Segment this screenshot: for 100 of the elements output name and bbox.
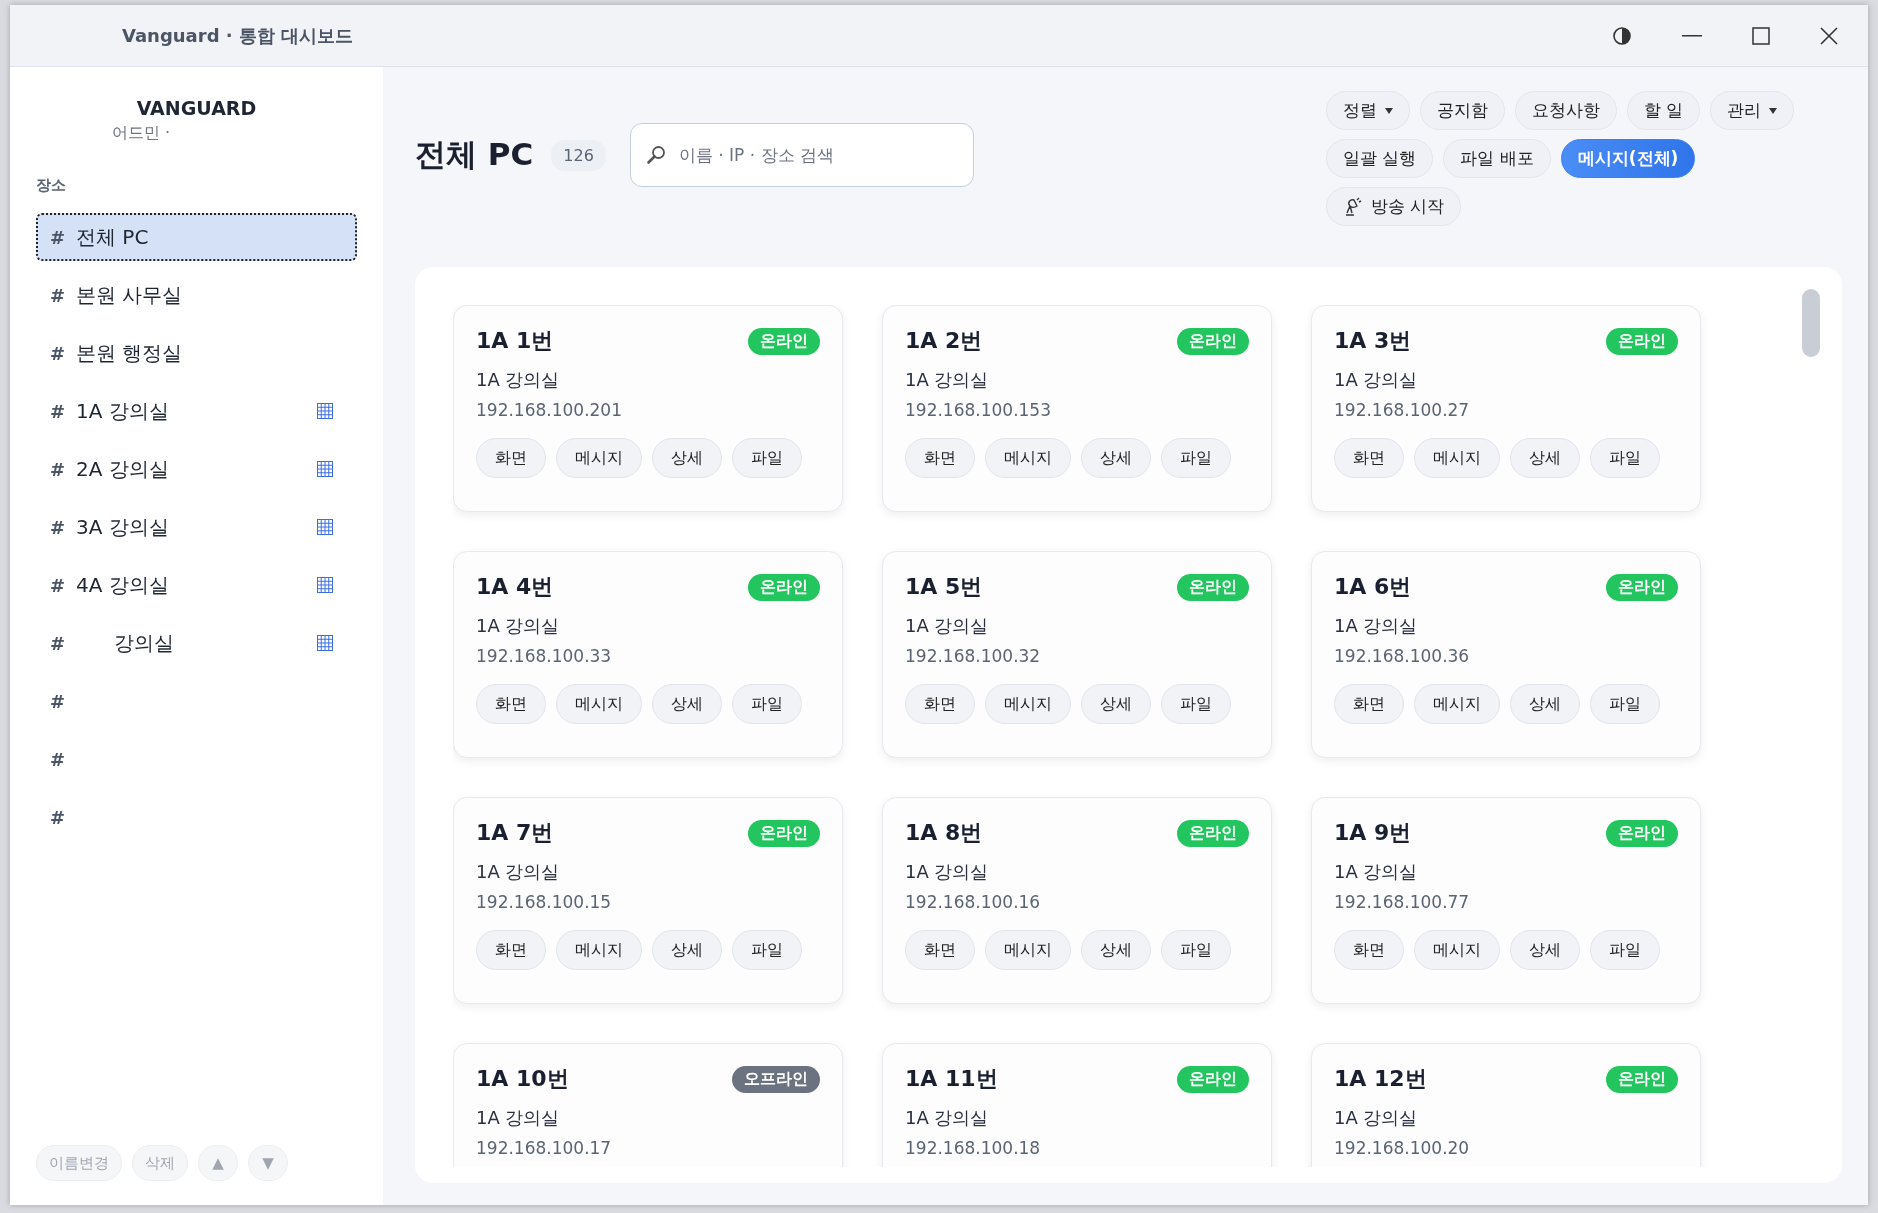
card-button[interactable]: 메시지 <box>1414 930 1500 970</box>
toolbar-button[interactable]: 방송 시작 <box>1326 187 1462 226</box>
pc-card[interactable]: 1A 10번 오프라인 1A 강의실 192.168.100.17 <box>453 1043 843 1167</box>
card-button[interactable]: 화면 <box>476 930 546 970</box>
grid-icon[interactable] <box>317 461 333 477</box>
pc-location: 1A 강의실 <box>476 614 561 638</box>
card-button[interactable]: 메시지 <box>556 930 642 970</box>
pc-card[interactable]: 1A 3번 온라인 1A 강의실 192.168.100.27 화면 메시지 상세 파일 <box>1311 305 1701 512</box>
sidebar-item[interactable]: # 4A 강의실 <box>36 561 357 609</box>
card-button[interactable]: 상세 <box>652 930 722 970</box>
minimize-icon[interactable] <box>1682 34 1702 37</box>
close-icon[interactable] <box>1820 26 1838 45</box>
card-button[interactable]: 상세 <box>1081 930 1151 970</box>
card-button[interactable]: 상세 <box>1081 438 1151 478</box>
pc-card[interactable]: 1A 5번 온라인 1A 강의실 192.168.100.32 화면 메시지 상세 파일 <box>882 551 1272 758</box>
pc-card[interactable]: 1A 9번 온라인 1A 강의실 192.168.100.77 화면 메시지 상세 파일 <box>1311 797 1701 1004</box>
card-button[interactable]: 파일 <box>732 930 802 970</box>
toolbar-button[interactable]: 일괄 실행 <box>1326 139 1434 178</box>
pc-card[interactable]: 1A 12번 온라인 1A 강의실 192.168.100.20 <box>1311 1043 1701 1167</box>
contrast-icon[interactable] <box>1612 25 1632 46</box>
pc-name: 1A 3번 <box>1334 327 1412 355</box>
card-button[interactable]: 화면 <box>476 438 546 478</box>
pc-location: 1A 강의실 <box>905 860 990 884</box>
card-button[interactable]: 메시지 <box>1414 438 1500 478</box>
sidebar-item[interactable]: # <box>36 735 357 783</box>
status-badge: 온라인 <box>1606 819 1678 847</box>
card-button[interactable]: 상세 <box>652 438 722 478</box>
toolbar-button[interactable]: 공지함 <box>1420 91 1505 130</box>
pc-location: 1A 강의실 <box>476 860 561 884</box>
sidebar-item[interactable]: # 2A 강의실 <box>36 445 357 493</box>
card-button[interactable]: 화면 <box>905 684 975 724</box>
toolbar-button[interactable]: 정렬 <box>1326 91 1410 130</box>
pc-card[interactable]: 1A 6번 온라인 1A 강의실 192.168.100.36 화면 메시지 상세 파일 <box>1311 551 1701 758</box>
sidebar-item[interactable]: # 3A 강의실 <box>36 503 357 551</box>
pc-ip: 192.168.100.20 <box>1334 1138 1471 1158</box>
toolbar-button[interactable]: 요청사항 <box>1515 91 1617 130</box>
card-button[interactable]: 화면 <box>1334 438 1404 478</box>
card-button[interactable]: 메시지 <box>985 438 1071 478</box>
scrollbar-thumb[interactable] <box>1802 289 1820 357</box>
sidebar-item[interactable]: # 강의실 <box>36 619 357 667</box>
user-label: 어드민 · <box>112 123 172 144</box>
card-button[interactable]: 파일 <box>1590 438 1660 478</box>
pc-ip: 192.168.100.16 <box>905 892 1042 912</box>
card-button[interactable]: 화면 <box>905 930 975 970</box>
pc-name: 1A 4번 <box>476 573 554 601</box>
toolbar-button[interactable]: 관리 <box>1710 91 1795 130</box>
card-button[interactable]: 상세 <box>652 684 722 724</box>
card-button[interactable]: 파일 <box>1161 684 1231 724</box>
card-button[interactable]: 화면 <box>1334 684 1404 724</box>
sidebar-item[interactable]: # 전체 PC <box>36 213 357 261</box>
search-field[interactable]: 이름 · IP · 장소 검색 <box>629 123 974 187</box>
sidebar-item[interactable]: # <box>36 677 357 725</box>
count-badge: 126 <box>551 139 606 171</box>
card-button[interactable]: 파일 <box>732 438 802 478</box>
card-button[interactable]: 메시지 <box>985 684 1071 724</box>
status-badge: 온라인 <box>748 327 820 355</box>
sidebar-item[interactable]: # 1A 강의실 <box>36 387 357 435</box>
card-button[interactable]: 파일 <box>732 684 802 724</box>
card-button[interactable]: 상세 <box>1510 684 1580 724</box>
pc-name: 1A 7번 <box>476 819 554 847</box>
toolbar-button[interactable]: 메시지(전체) <box>1560 139 1696 178</box>
card-button[interactable]: 파일 <box>1590 684 1660 724</box>
card-button[interactable]: 화면 <box>476 684 546 724</box>
card-button[interactable]: 화면 <box>905 438 975 478</box>
sidebar-item[interactable]: # 본원 사무실 <box>36 271 357 319</box>
sidebar-item[interactable]: # <box>36 793 357 841</box>
grid-icon[interactable] <box>317 635 333 651</box>
card-button[interactable]: 메시지 <box>556 438 642 478</box>
card-button[interactable]: 상세 <box>1510 438 1580 478</box>
grid-icon[interactable] <box>317 577 333 593</box>
card-button[interactable]: 파일 <box>1590 930 1660 970</box>
grid-icon[interactable] <box>317 403 333 419</box>
pc-ip: 192.168.100.153 <box>905 400 1052 420</box>
pc-card[interactable]: 1A 11번 온라인 1A 강의실 192.168.100.18 <box>882 1043 1272 1167</box>
card-button[interactable]: 상세 <box>1510 930 1580 970</box>
card-button[interactable]: 메시지 <box>556 684 642 724</box>
card-button[interactable]: 메시지 <box>1414 684 1500 724</box>
toolbar-button[interactable]: 파일 배포 <box>1443 139 1551 178</box>
pc-card[interactable]: 1A 7번 온라인 1A 강의실 192.168.100.15 화면 메시지 상세 파일 <box>453 797 843 1004</box>
card-button[interactable]: 파일 <box>1161 930 1231 970</box>
card-button[interactable]: 파일 <box>1161 438 1231 478</box>
card-button[interactable]: 메시지 <box>985 930 1071 970</box>
pc-ip: 192.168.100.27 <box>1334 400 1471 420</box>
pc-card[interactable]: 1A 8번 온라인 1A 강의실 192.168.100.16 화면 메시지 상세 파일 <box>882 797 1272 1004</box>
status-badge: 온라인 <box>1177 573 1249 601</box>
pc-card[interactable]: 1A 1번 온라인 1A 강의실 192.168.100.201 화면 메시지 상세 파일 <box>453 305 843 512</box>
caret-icon <box>1769 107 1778 114</box>
toolbar-button[interactable]: 할 일 <box>1627 91 1701 130</box>
pc-name: 1A 6번 <box>1334 573 1412 601</box>
sidebar-item[interactable]: # 본원 행정실 <box>36 329 357 377</box>
pc-ip: 192.168.100.33 <box>476 646 613 666</box>
pc-card[interactable]: 1A 4번 온라인 1A 강의실 192.168.100.33 화면 메시지 상세 파일 <box>453 551 843 758</box>
maximize-icon[interactable] <box>1752 26 1770 45</box>
pc-card[interactable]: 1A 2번 온라인 1A 강의실 192.168.100.153 화면 메시지 상세 파일 <box>882 305 1272 512</box>
card-button[interactable]: 화면 <box>1334 930 1404 970</box>
pc-location: 1A 강의실 <box>476 368 561 392</box>
status-badge: 온라인 <box>1606 573 1678 601</box>
satellite-dish-icon <box>1343 196 1363 217</box>
grid-icon[interactable] <box>317 519 333 535</box>
card-button[interactable]: 상세 <box>1081 684 1151 724</box>
